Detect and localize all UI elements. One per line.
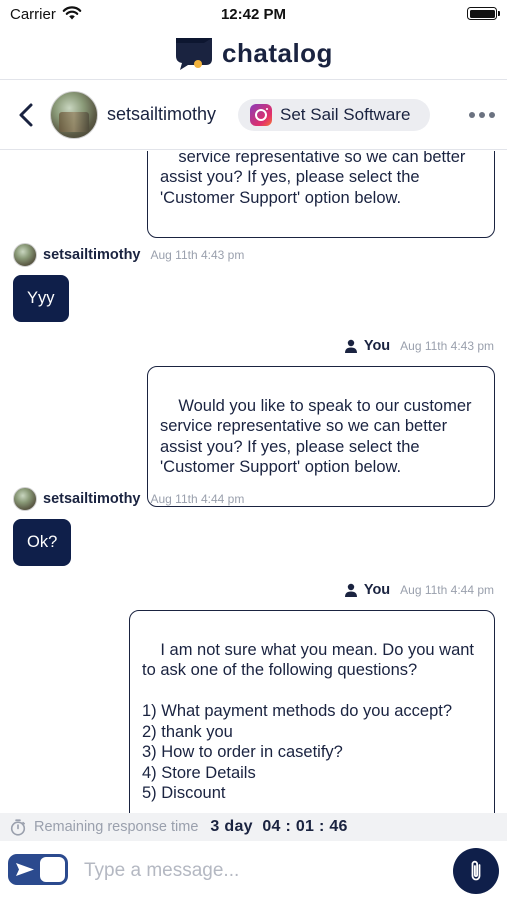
message-text: service representative so we can better … — [160, 151, 466, 207]
person-icon — [344, 583, 357, 597]
timer-label: Remaining response time — [34, 819, 199, 835]
sender-name: You — [363, 582, 391, 598]
message-time: Aug 11th 4:43 pm — [150, 248, 245, 262]
more-dot — [489, 112, 495, 118]
message-time: Aug 11th 4:44 pm — [150, 492, 245, 506]
message-text: Would you like to speak to our customer … — [160, 396, 472, 477]
send-toggle[interactable] — [8, 854, 68, 885]
message-text: Yyy — [27, 289, 55, 307]
more-dot — [479, 112, 485, 118]
outgoing-message: I am not sure what you mean. Do you want… — [129, 610, 495, 813]
incoming-message: Yyy — [13, 275, 69, 322]
stopwatch-icon — [10, 818, 26, 836]
send-toggle-icon — [16, 863, 34, 876]
chatalog-logo-icon — [176, 38, 213, 70]
message-text: Ok? — [27, 533, 58, 551]
paperclip-icon — [471, 860, 481, 881]
chat-username: setsailtimothy — [107, 104, 217, 124]
incoming-message: Ok? — [13, 519, 72, 566]
outgoing-message: service representative so we can better … — [147, 151, 495, 238]
brand-header: chatalog — [0, 30, 507, 76]
avatar[interactable] — [50, 91, 98, 139]
response-timer: Remaining response time 3 day 04 : 01 : … — [0, 813, 507, 841]
more-horizontal-icon[interactable] — [469, 106, 495, 124]
more-dot — [469, 112, 475, 118]
avatar — [13, 487, 37, 511]
timer-value: 3 day 04 : 01 : 46 — [210, 818, 348, 835]
toggle-knob — [40, 857, 65, 882]
message-meta: You Aug 11th 4:43 pm — [344, 335, 494, 357]
battery-icon — [467, 7, 500, 20]
person-icon — [344, 339, 357, 353]
store-chip-label: Set Sail Software — [280, 105, 411, 124]
sender-name: You — [363, 338, 391, 354]
store-chip[interactable]: Set Sail Software — [238, 99, 431, 131]
avatar — [13, 243, 37, 267]
instagram-icon — [250, 104, 272, 126]
message-list[interactable]: service representative so we can better … — [0, 151, 507, 813]
message-text: I am not sure what you mean. Do you want… — [142, 640, 475, 803]
sender-name: setsailtimothy — [43, 491, 141, 507]
status-bar: Carrier 12:42 PM — [0, 0, 507, 28]
clock: 12:42 PM — [220, 6, 287, 23]
attach-button[interactable] — [453, 848, 499, 894]
message-meta: setsailtimothy Aug 11th 4:44 pm — [13, 486, 244, 512]
chevron-left-icon[interactable] — [14, 102, 38, 128]
message-meta: You Aug 11th 4:44 pm — [344, 579, 494, 601]
composer — [0, 841, 507, 900]
message-time: Aug 11th 4:44 pm — [400, 583, 494, 597]
chat-header: setsailtimothy Set Sail Software — [0, 80, 507, 150]
sender-name: setsailtimothy — [43, 247, 141, 263]
message-time: Aug 11th 4:43 pm — [400, 339, 494, 353]
message-meta: setsailtimothy Aug 11th 4:43 pm — [13, 242, 244, 268]
brand-name: chatalog — [222, 37, 333, 68]
message-input[interactable] — [84, 857, 434, 885]
